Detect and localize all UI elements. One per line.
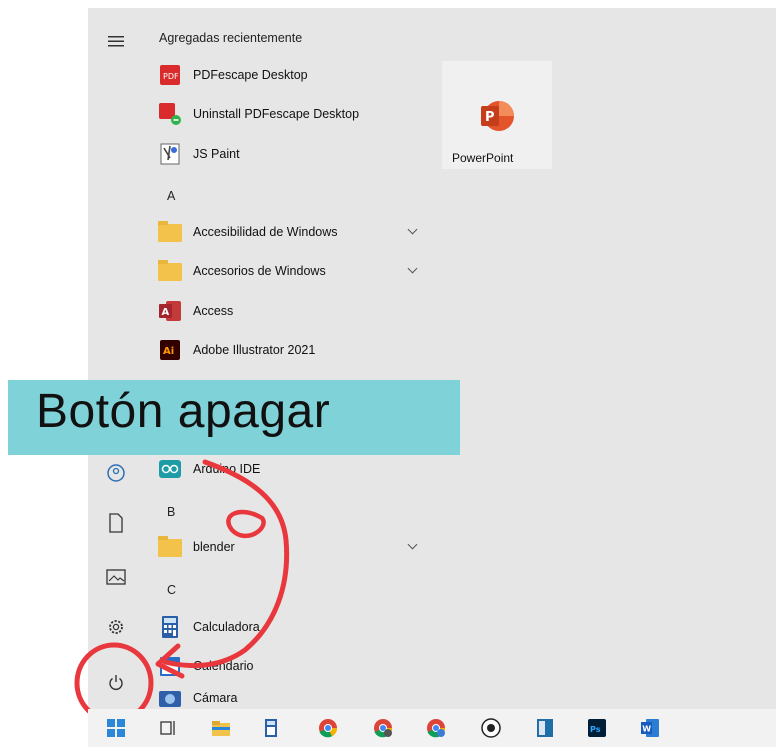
windows-start-icon[interactable] (106, 718, 126, 738)
photoshop-icon[interactable]: Ps (587, 718, 607, 738)
obs-icon[interactable] (481, 718, 501, 738)
svg-text:Ps: Ps (590, 725, 601, 734)
chrome-icon[interactable] (318, 718, 338, 738)
task-view-icon[interactable] (158, 718, 178, 738)
app-icon[interactable] (535, 718, 555, 738)
calculator-icon[interactable] (261, 718, 281, 738)
file-explorer-icon[interactable] (211, 718, 231, 738)
annotation-overlay (74, 459, 290, 724)
annotation-arrow-loop (226, 509, 266, 539)
chrome-icon[interactable] (426, 718, 446, 738)
taskbar: Ps W (88, 709, 776, 747)
word-icon[interactable]: W (640, 718, 660, 738)
annotation-arrow (162, 459, 290, 669)
svg-text:W: W (642, 725, 651, 734)
chrome-icon[interactable] (373, 718, 393, 738)
